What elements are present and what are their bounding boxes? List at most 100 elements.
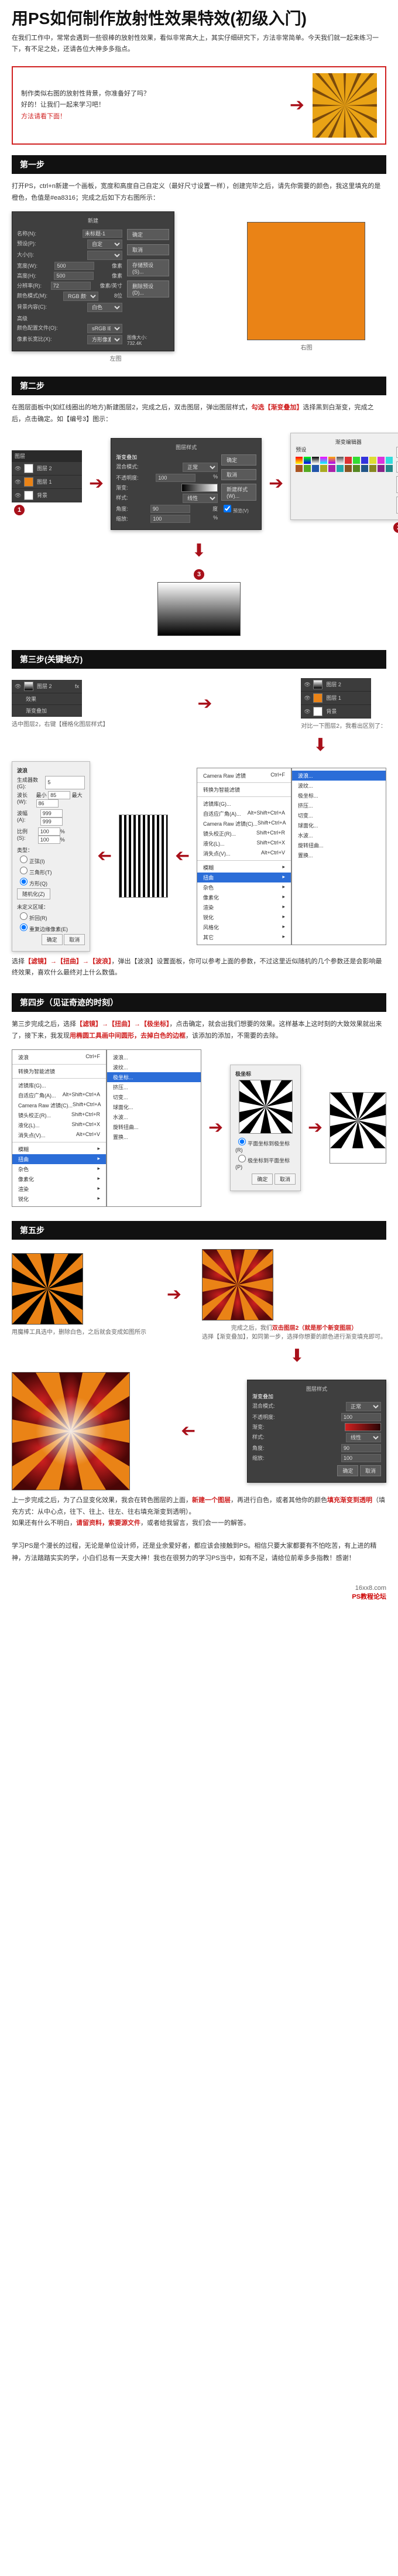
- save-preset-button[interactable]: 存储预设(S)...: [127, 259, 169, 276]
- wscale-label: 比例(S):: [17, 827, 33, 844]
- gradstyle-label: 样式:: [116, 494, 128, 503]
- distort-submenu-2[interactable]: 波浪... 波纹... 极坐标... 挤压... 切变... 球面化... 水波…: [107, 1049, 201, 1207]
- layers-tab[interactable]: 图层: [12, 450, 82, 462]
- sx-input[interactable]: [38, 827, 60, 836]
- cancel-button[interactable]: 取消: [221, 469, 256, 480]
- style-select[interactable]: 线性: [346, 1433, 381, 1442]
- angle-input[interactable]: [341, 1444, 381, 1452]
- angle-input[interactable]: [150, 505, 190, 513]
- bg-select[interactable]: 白色: [87, 303, 122, 312]
- rand-button[interactable]: 随机化(Z): [17, 888, 50, 899]
- aspect-select[interactable]: 方形像素: [87, 335, 122, 344]
- type-tri[interactable]: [20, 867, 28, 874]
- opacity-input[interactable]: [341, 1413, 381, 1421]
- blend-select[interactable]: 正常: [183, 463, 218, 472]
- polar-title: 极坐标: [235, 1070, 296, 1077]
- arrow-right-icon: ➔: [208, 1119, 223, 1137]
- polar-r2p[interactable]: [238, 1138, 246, 1145]
- layers-panel: 图层 👁图层 2 👁图层 1 👁背景: [12, 450, 82, 502]
- distort-submenu[interactable]: 波浪... 波纹... 极坐标... 挤压... 切变... 球面化... 水波…: [291, 768, 386, 945]
- pct-label: %: [213, 515, 218, 523]
- undef-repeat[interactable]: [20, 923, 28, 931]
- ok-button[interactable]: 确定: [221, 454, 256, 466]
- scale-input[interactable]: [150, 515, 190, 523]
- grad-label[interactable]: 渐变叠加: [252, 1393, 381, 1400]
- eye-icon[interactable]: 👁: [304, 682, 310, 687]
- layer-item[interactable]: 👁 背景: [301, 705, 371, 719]
- cancel-button[interactable]: 取消: [127, 244, 169, 255]
- preset-select[interactable]: 自定: [87, 240, 122, 249]
- fx-grad[interactable]: 渐变叠加: [12, 705, 82, 717]
- ok-button[interactable]: 确定: [42, 934, 63, 945]
- mode-select[interactable]: RGB 颜色: [63, 292, 98, 301]
- filter-menu[interactable]: Camera Raw 滤镜Ctrl+F 转换为智能滤镜 滤镜库(G)... 自适…: [197, 768, 291, 945]
- eye-icon[interactable]: 👁: [304, 709, 310, 714]
- type-sin[interactable]: [20, 856, 28, 863]
- layer-item[interactable]: 👁图层 1: [301, 692, 371, 705]
- wmax-input[interactable]: [36, 799, 59, 808]
- undef-wrap[interactable]: [20, 912, 28, 920]
- badge-1: 1: [14, 505, 25, 515]
- width-input[interactable]: [54, 262, 94, 270]
- gen-input[interactable]: [45, 776, 85, 789]
- preview-check[interactable]: [224, 505, 231, 512]
- eye-icon[interactable]: 👁: [15, 466, 20, 471]
- amax-input[interactable]: [40, 817, 63, 826]
- newstyle-button[interactable]: 新建样式(W)...: [221, 484, 256, 501]
- wave-dialog: 波浪 生成器数(G): 波长(W): 最小 最大 波幅(A): 比例(S): %…: [12, 761, 90, 952]
- ok-button[interactable]: 确定: [127, 229, 169, 240]
- layers-panel-fx: 👁图层 2fx 效果 渐变叠加: [12, 680, 82, 717]
- filter-menu-2[interactable]: 波浪Ctrl+F 转换为智能滤镜 滤镜库(G)... 自适应广角(A)...Al…: [12, 1049, 107, 1207]
- height-input[interactable]: [54, 272, 94, 280]
- polar-p2r[interactable]: [238, 1155, 246, 1162]
- name-input[interactable]: [83, 230, 122, 238]
- sunburst-demo: [313, 73, 377, 138]
- profile-select[interactable]: sRGB IEC61966-2.1: [87, 324, 122, 333]
- scale-input[interactable]: [341, 1454, 381, 1462]
- gradient-result: [157, 582, 241, 636]
- swatch-grid[interactable]: [296, 457, 393, 472]
- fx-effects[interactable]: 效果: [12, 693, 82, 705]
- eye-icon[interactable]: 👁: [304, 695, 310, 701]
- deg-label: 度: [212, 505, 218, 513]
- wmin-input[interactable]: [48, 791, 70, 799]
- type-sq[interactable]: [20, 878, 28, 885]
- gradstyle-select[interactable]: 线性: [183, 494, 218, 503]
- step5b-caption: 完成之后，我们双击图层2（就是那个新变图层） 选择【渐变叠加】，如同第一步，选择…: [202, 1321, 386, 1340]
- layer-style-dialog: 图层样式 渐变叠加 混合模式:正常 不透明度:% 渐变: 样式:线性 角度:度 …: [111, 438, 262, 530]
- eye-icon[interactable]: 👁: [15, 479, 20, 485]
- grad-overlay-label[interactable]: 渐变叠加: [116, 453, 218, 461]
- cancel-button[interactable]: 取消: [64, 934, 85, 945]
- grad-swatch[interactable]: [345, 1423, 381, 1431]
- left-caption: 左图: [12, 351, 219, 362]
- ok-button[interactable]: 确定: [337, 1465, 358, 1476]
- style-title: 图层样式: [116, 443, 256, 451]
- intro-text: 在我们工作中，常常会遇到一些很棒的放射性效果，看似非常高大上，其实仔细研究下，方…: [0, 33, 398, 60]
- layer-item[interactable]: 👁图层 1: [12, 475, 82, 489]
- mode-label: 颜色模式(M):: [17, 292, 47, 301]
- del-preset-button[interactable]: 删除预设(D)...: [127, 280, 169, 297]
- arrow-left-icon: ➔: [181, 1422, 195, 1440]
- watermark-url: 16xx8.com: [355, 1585, 386, 1592]
- imgsize-label: 图像大小:: [127, 334, 169, 341]
- sy-input[interactable]: [38, 836, 60, 844]
- eye-icon[interactable]: 👁: [15, 683, 20, 689]
- blend-label: 混合模式:: [116, 463, 139, 472]
- layer-item[interactable]: 👁图层 2fx: [12, 680, 82, 693]
- cancel-button[interactable]: 取消: [360, 1465, 381, 1476]
- arrow-right-icon: ➔: [290, 97, 304, 114]
- blend-select[interactable]: 正常: [346, 1402, 381, 1411]
- ok-button[interactable]: 确定: [252, 1174, 273, 1185]
- eye-icon[interactable]: 👁: [15, 492, 20, 498]
- cancel-button[interactable]: 取消: [275, 1174, 296, 1185]
- bg: 背景: [326, 707, 337, 715]
- layer-item[interactable]: 👁图层 2: [12, 462, 82, 475]
- opacity-input[interactable]: [156, 474, 195, 482]
- res-input[interactable]: [51, 282, 91, 290]
- layer-item[interactable]: 👁图层 2: [301, 678, 371, 692]
- fx-badge: fx: [75, 683, 79, 689]
- size-select[interactable]: [87, 251, 122, 260]
- grad-swatch[interactable]: [181, 484, 218, 492]
- layer-item[interactable]: 👁背景: [12, 489, 82, 502]
- amin-input[interactable]: [40, 809, 63, 817]
